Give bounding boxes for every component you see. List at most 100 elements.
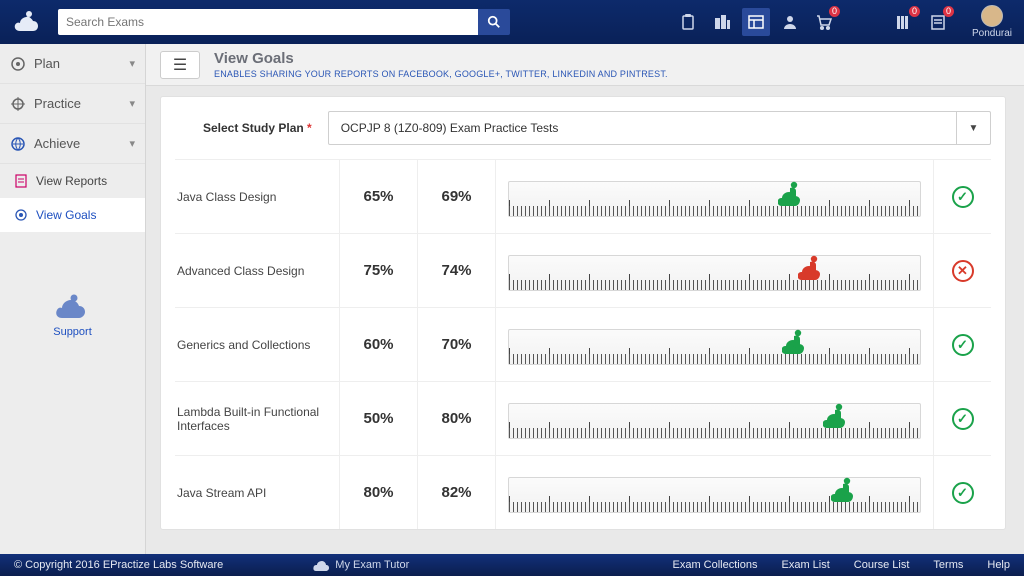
footer-link[interactable]: Help <box>987 559 1010 571</box>
search-icon <box>487 15 501 29</box>
sidebar-sub-view-reports[interactable]: View Reports <box>0 164 145 198</box>
sidebar-sub-label: View Goals <box>36 208 96 222</box>
progress-marker-icon <box>823 402 853 432</box>
goal-row: Java Class Design65%69% ✓ <box>175 159 991 233</box>
goal-percent-1: 80% <box>339 456 417 529</box>
ruler <box>508 477 921 513</box>
globe-icon <box>10 136 26 152</box>
goal-name: Java Stream API <box>175 486 339 500</box>
app-logo <box>12 6 44 38</box>
goal-status: ✕ <box>933 234 991 307</box>
sidebar-item-label: Plan <box>34 56 60 71</box>
goal-name: Java Class Design <box>175 190 339 204</box>
footer-copyright: © Copyright 2016 EPractize Labs Software <box>14 559 223 571</box>
goal-status: ✓ <box>933 456 991 529</box>
check-icon: ✓ <box>952 334 974 356</box>
sidebar-item-achieve[interactable]: Achieve ▾ <box>0 124 145 164</box>
study-plan-select[interactable]: OCPJP 8 (1Z0-809) Exam Practice Tests ▼ <box>328 111 991 145</box>
ruler <box>508 403 921 439</box>
goal-percent-2: 82% <box>417 456 495 529</box>
chevron-down-icon: ▼ <box>956 111 990 145</box>
goal-percent-1: 60% <box>339 308 417 381</box>
page-subtitle: ENABLES SHARING YOUR REPORTS ON FACEBOOK… <box>214 69 668 79</box>
study-plan-label: Select Study Plan * <box>203 121 312 135</box>
target-icon <box>10 56 26 72</box>
page-title: View Goals <box>214 50 668 67</box>
goal-status: ✓ <box>933 308 991 381</box>
progress-marker-icon <box>831 476 861 506</box>
goal-progress <box>495 382 933 455</box>
goal-percent-2: 74% <box>417 234 495 307</box>
content-panel: Select Study Plan * OCPJP 8 (1Z0-809) Ex… <box>160 96 1006 530</box>
goal-status: ✓ <box>933 160 991 233</box>
goal-percent-2: 80% <box>417 382 495 455</box>
chevron-down-icon: ▾ <box>129 97 135 110</box>
cross-icon: ✕ <box>952 260 974 282</box>
user-menu[interactable]: Pondurai <box>972 5 1012 39</box>
search-button[interactable] <box>478 9 510 35</box>
goal-percent-1: 50% <box>339 382 417 455</box>
crosshair-icon <box>10 96 26 112</box>
support-label: Support <box>53 326 92 338</box>
buildings-icon[interactable] <box>708 8 736 36</box>
study-plan-value: OCPJP 8 (1Z0-809) Exam Practice Tests <box>329 121 956 135</box>
goal-percent-2: 69% <box>417 160 495 233</box>
cart-badge: 0 <box>829 6 840 17</box>
sidebar: Plan ▾ Practice ▾ Achieve ▾ View Reports… <box>0 44 146 554</box>
footer-links: Exam Collections Exam List Course List T… <box>673 559 1011 571</box>
hamburger-button[interactable]: ☰ <box>160 51 200 79</box>
avatar <box>981 5 1003 27</box>
footer-link[interactable]: Terms <box>933 559 963 571</box>
books-badge: 0 <box>909 6 920 17</box>
support-link[interactable]: Support <box>0 292 145 338</box>
sidebar-item-label: Practice <box>34 96 81 111</box>
footer-link[interactable]: Exam Collections <box>673 559 758 571</box>
clipboard-icon[interactable] <box>674 8 702 36</box>
goal-progress <box>495 234 933 307</box>
cart-icon[interactable]: 0 <box>810 8 838 36</box>
sidebar-sub-view-goals[interactable]: View Goals <box>0 198 145 232</box>
goal-progress <box>495 456 933 529</box>
check-icon: ✓ <box>952 408 974 430</box>
goal-percent-1: 65% <box>339 160 417 233</box>
progress-marker-icon <box>782 328 812 358</box>
tutor-icon <box>313 557 329 573</box>
goal-percent-2: 70% <box>417 308 495 381</box>
check-icon: ✓ <box>952 482 974 504</box>
footer: © Copyright 2016 EPractize Labs Software… <box>0 554 1024 576</box>
search-wrap <box>58 9 510 35</box>
notepad-badge: 0 <box>943 6 954 17</box>
ruler <box>508 255 921 291</box>
notepad-icon[interactable]: 0 <box>924 8 952 36</box>
goal-progress <box>495 160 933 233</box>
top-icon-group: 0 0 0 Pondurai <box>674 5 1012 39</box>
goal-status: ✓ <box>933 382 991 455</box>
person-icon[interactable] <box>776 8 804 36</box>
progress-marker-icon <box>798 254 828 284</box>
goal-row: Advanced Class Design75%74% ✕ <box>175 233 991 307</box>
user-name: Pondurai <box>972 28 1012 39</box>
goal-name: Lambda Built-in Functional Interfaces <box>175 405 339 433</box>
footer-link[interactable]: Course List <box>854 559 910 571</box>
goal-progress <box>495 308 933 381</box>
goal-row: Java Stream API80%82% ✓ <box>175 455 991 529</box>
support-icon <box>56 292 90 322</box>
goal-row: Generics and Collections60%70% ✓ <box>175 307 991 381</box>
chevron-down-icon: ▾ <box>129 57 135 70</box>
sidebar-item-plan[interactable]: Plan ▾ <box>0 44 145 84</box>
layout-icon[interactable] <box>742 8 770 36</box>
report-icon <box>14 174 28 188</box>
goal-name: Generics and Collections <box>175 338 339 352</box>
footer-link[interactable]: Exam List <box>781 559 829 571</box>
page-title-block: View Goals ENABLES SHARING YOUR REPORTS … <box>214 50 668 79</box>
goal-percent-1: 75% <box>339 234 417 307</box>
footer-tutor[interactable]: My Exam Tutor <box>313 557 409 573</box>
ruler <box>508 329 921 365</box>
page-header: ☰ View Goals ENABLES SHARING YOUR REPORT… <box>146 44 1024 86</box>
search-input[interactable] <box>58 9 478 35</box>
books-icon[interactable]: 0 <box>890 8 918 36</box>
ruler <box>508 181 921 217</box>
goal-name: Advanced Class Design <box>175 264 339 278</box>
sidebar-item-practice[interactable]: Practice ▾ <box>0 84 145 124</box>
main: ☰ View Goals ENABLES SHARING YOUR REPORT… <box>146 44 1024 554</box>
